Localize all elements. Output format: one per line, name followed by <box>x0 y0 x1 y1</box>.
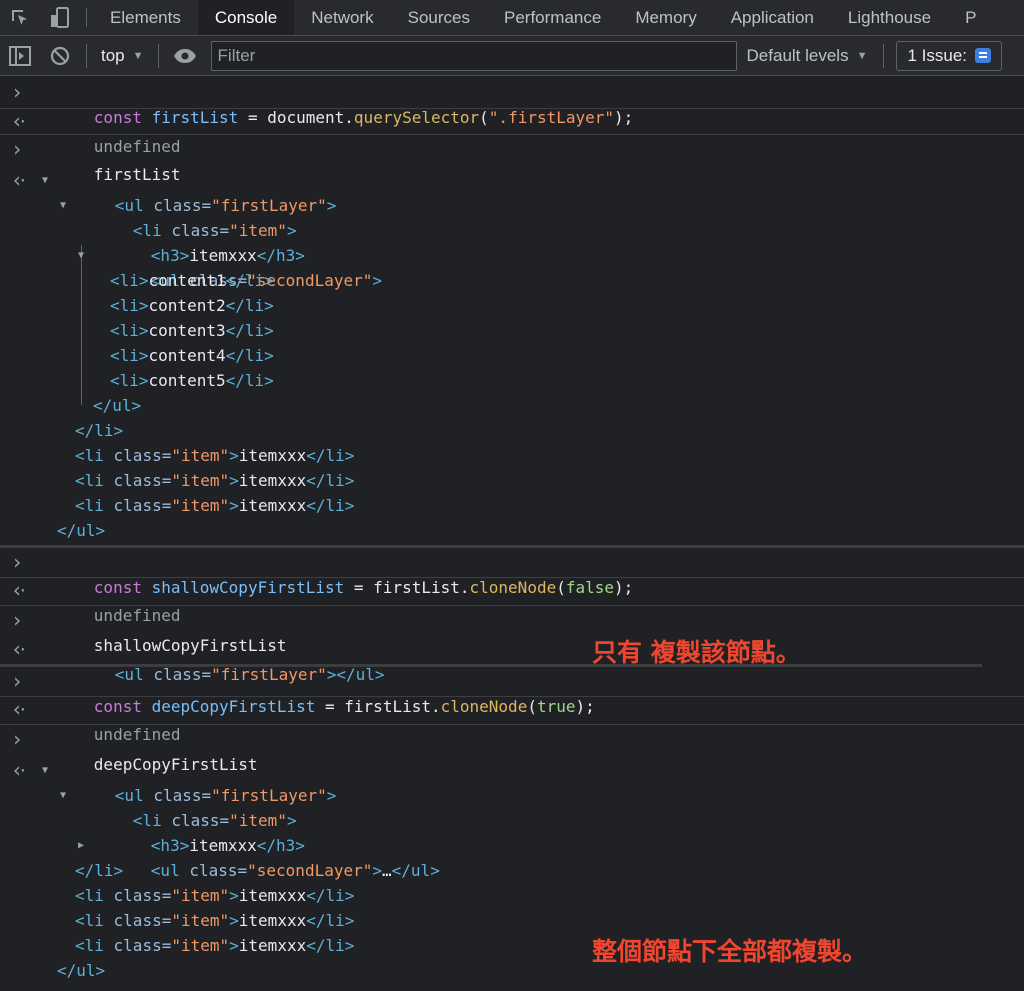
eye-icon[interactable] <box>165 36 205 75</box>
console-toolbar: top ▼ Default levels ▼ 1 Issue: <box>0 36 1024 76</box>
log-levels-dropdown[interactable]: Default levels ▼ <box>737 46 878 66</box>
dom-node-li-item[interactable]: ▼ <li class="item"> <box>0 193 1024 240</box>
console-result-line: undefined <box>0 697 1024 744</box>
collapsed-triangle-icon[interactable]: ▶ <box>78 833 84 858</box>
devtools-tabbar: Elements Console Network Sources Perform… <box>0 0 1024 36</box>
console-input-line[interactable]: firstList <box>0 135 1024 184</box>
dom-node-ul-firstlayer[interactable]: <ul class="firstLayer"></ul> <box>0 637 982 684</box>
dom-node-ul-secondlayer[interactable]: ▶ <ul class="secondLayer">…</ul> <box>0 833 1024 880</box>
annotation-deep-copy: 整個節點下全部都複製。 <box>592 937 868 966</box>
dom-node-li-item[interactable]: <li class="item">itemxxx</li> <box>0 908 1024 933</box>
console-output[interactable]: const firstList = document.querySelector… <box>0 77 1024 991</box>
dom-node-ul-close[interactable]: </ul> <box>0 393 1024 418</box>
dom-node-h3[interactable]: <h3>itemxxx</h3> <box>0 808 1024 855</box>
context-selector[interactable]: top ▼ <box>93 46 152 66</box>
result-prompt-icon <box>11 697 28 725</box>
input-prompt-icon <box>11 669 25 697</box>
expanded-triangle-icon[interactable]: ▼ <box>42 758 48 783</box>
dom-node-ul-secondlayer[interactable]: ▼ <ul class="secondLayer"> <box>0 243 1024 290</box>
dom-node-ul-close[interactable]: </ul> <box>0 958 1024 983</box>
inspect-element-icon[interactable] <box>0 0 40 35</box>
dom-node-li-item[interactable]: <li class="item">itemxxx</li> <box>0 443 1024 468</box>
tab-memory[interactable]: Memory <box>618 0 713 35</box>
input-prompt-icon <box>11 608 25 636</box>
dom-node-li-content[interactable]: <li>content5</li> <box>0 368 1024 393</box>
sidebar-toggle-icon[interactable] <box>0 36 40 75</box>
tab-console[interactable]: Console <box>197 0 295 35</box>
tab-separator <box>86 8 87 27</box>
console-result-line: undefined <box>0 109 1024 156</box>
dom-node-li-content[interactable]: <li>content4</li> <box>0 343 1024 368</box>
input-prompt-icon <box>11 80 25 108</box>
log-levels-label: Default levels <box>746 45 849 65</box>
expanded-triangle-icon[interactable]: ▼ <box>60 193 66 218</box>
dom-node-li-item[interactable]: <li class="item">itemxxx</li> <box>0 493 1024 518</box>
dom-node-li-close[interactable]: </li> <box>0 418 1024 443</box>
dom-node-li-item[interactable]: <li class="item">itemxxx</li> <box>0 933 1024 958</box>
dom-node-h3[interactable]: <h3>itemxxx</h3> <box>0 218 1024 265</box>
dom-node-ul-close[interactable]: </ul> <box>0 518 1024 543</box>
tab-sources[interactable]: Sources <box>391 0 487 35</box>
filter-input[interactable] <box>210 40 737 71</box>
console-input-line[interactable]: deepCopyFirstList <box>0 725 1024 774</box>
dom-tree-result[interactable]: <ul class="firstLayer"></ul> <box>0 633 982 684</box>
dom-node-li-item[interactable]: <li class="item">itemxxx</li> <box>0 468 1024 493</box>
console-input-line[interactable]: const firstList = document.querySelector… <box>0 77 1024 127</box>
context-label: top <box>101 45 125 65</box>
toolbar-separator <box>157 43 159 68</box>
issues-button[interactable]: 1 Issue: <box>896 40 1003 71</box>
console-input-line[interactable]: const deepCopyFirstList = firstList.clon… <box>0 667 1024 716</box>
expanded-triangle-icon[interactable]: ▼ <box>78 243 84 268</box>
dom-node-li-content[interactable]: <li>content2</li> <box>0 293 1024 318</box>
result-prompt-icon <box>11 168 28 196</box>
result-prompt-icon <box>11 109 28 137</box>
issues-label: 1 Issue: <box>907 45 968 65</box>
dom-node-li-content[interactable]: <li>content1</li> <box>0 268 1024 293</box>
tab-network[interactable]: Network <box>294 0 390 35</box>
expanded-triangle-icon[interactable]: ▼ <box>60 783 66 808</box>
console-input-line[interactable]: const shallowCopyFirstList = firstList.c… <box>0 548 1024 597</box>
tab-elements[interactable]: Elements <box>93 0 198 35</box>
console-result-line: undefined <box>0 578 1024 625</box>
annotation-shallow-copy: 只有 複製該節點。 <box>592 638 801 667</box>
device-toolbar-icon[interactable] <box>40 0 80 35</box>
dom-node-ul-firstlayer[interactable]: ▼<ul class="firstLayer"> <box>0 168 1024 215</box>
dom-node-li-content[interactable]: <li>content3</li> <box>0 318 1024 343</box>
tab-application[interactable]: Application <box>714 0 831 35</box>
issue-message-icon <box>975 48 992 63</box>
result-prompt-icon <box>11 637 28 665</box>
caret-down-icon: ▼ <box>856 49 868 62</box>
dom-tree-result[interactable]: ▼<ul class="firstLayer"> ▼<li class="ite… <box>0 162 1024 548</box>
dom-tree-result[interactable]: ▼<ul class="firstLayer"> ▼<li class="ite… <box>0 752 1024 983</box>
input-prompt-icon <box>11 550 25 578</box>
result-prompt-icon <box>11 578 28 606</box>
result-prompt-icon <box>11 758 28 786</box>
toolbar-separator <box>86 43 87 68</box>
dom-node-li-close[interactable]: </li> <box>0 858 1024 883</box>
tab-performance[interactable]: Performance <box>487 0 618 35</box>
dom-node-ul-firstlayer[interactable]: ▼<ul class="firstLayer"> <box>0 758 1024 805</box>
expanded-triangle-icon[interactable]: ▼ <box>42 168 48 193</box>
clear-console-icon[interactable] <box>40 36 80 75</box>
console-input-line[interactable]: shallowCopyFirstList <box>0 606 1024 655</box>
dom-node-li-item[interactable]: ▼ <li class="item"> <box>0 783 1024 830</box>
tab-lighthouse[interactable]: Lighthouse <box>831 0 948 35</box>
input-prompt-icon <box>11 137 25 165</box>
dom-node-li-item[interactable]: <li class="item">itemxxx</li> <box>0 883 1024 908</box>
toolbar-separator <box>883 43 885 68</box>
input-prompt-icon <box>11 727 25 755</box>
caret-down-icon: ▼ <box>132 49 144 62</box>
tab-more[interactable]: P <box>948 0 993 35</box>
